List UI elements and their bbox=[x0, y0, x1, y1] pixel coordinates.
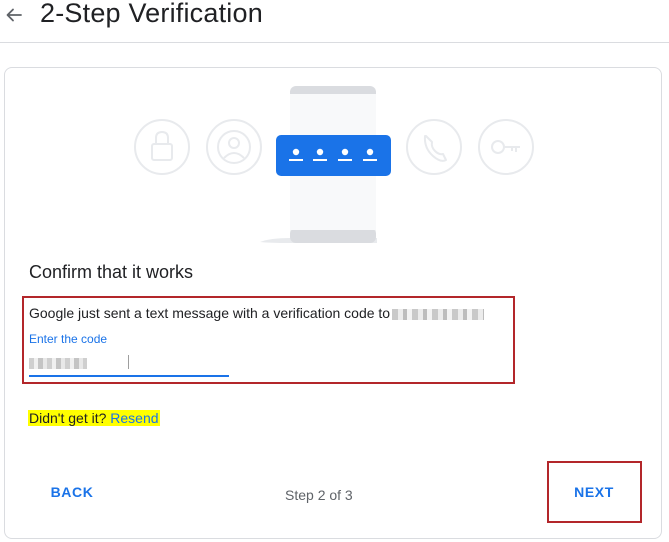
step-indicator: Step 2 of 3 bbox=[285, 487, 353, 503]
phone-icon bbox=[406, 119, 462, 175]
text-cursor bbox=[128, 355, 129, 369]
resend-question: Didn't get it? bbox=[29, 410, 107, 426]
redacted-code-value bbox=[29, 358, 87, 369]
confirm-title: Confirm that it works bbox=[29, 262, 194, 282]
description-text: Google just sent a text message with a v… bbox=[29, 305, 391, 321]
redacted-phone-number bbox=[392, 308, 485, 320]
code-dots-card bbox=[276, 135, 391, 176]
key-icon bbox=[478, 119, 534, 175]
resend-link[interactable]: Resend bbox=[110, 410, 158, 426]
lock-icon bbox=[134, 119, 190, 175]
resend-highlight: Didn't get it? Resend bbox=[28, 410, 160, 426]
code-input-label: Enter the code bbox=[29, 332, 108, 346]
user-circle-icon bbox=[206, 119, 262, 175]
page-header: 2-Step Verification bbox=[0, 0, 669, 43]
next-button[interactable]: NEXT bbox=[559, 474, 629, 510]
verification-illustration bbox=[5, 68, 663, 258]
verification-card: Confirm that it works Google just sent a… bbox=[4, 67, 662, 539]
back-button[interactable]: BACK bbox=[37, 474, 107, 510]
verification-description: Google just sent a text message with a v… bbox=[29, 305, 485, 321]
back-arrow-icon[interactable] bbox=[4, 4, 24, 26]
page-title: 2-Step Verification bbox=[40, 0, 263, 28]
